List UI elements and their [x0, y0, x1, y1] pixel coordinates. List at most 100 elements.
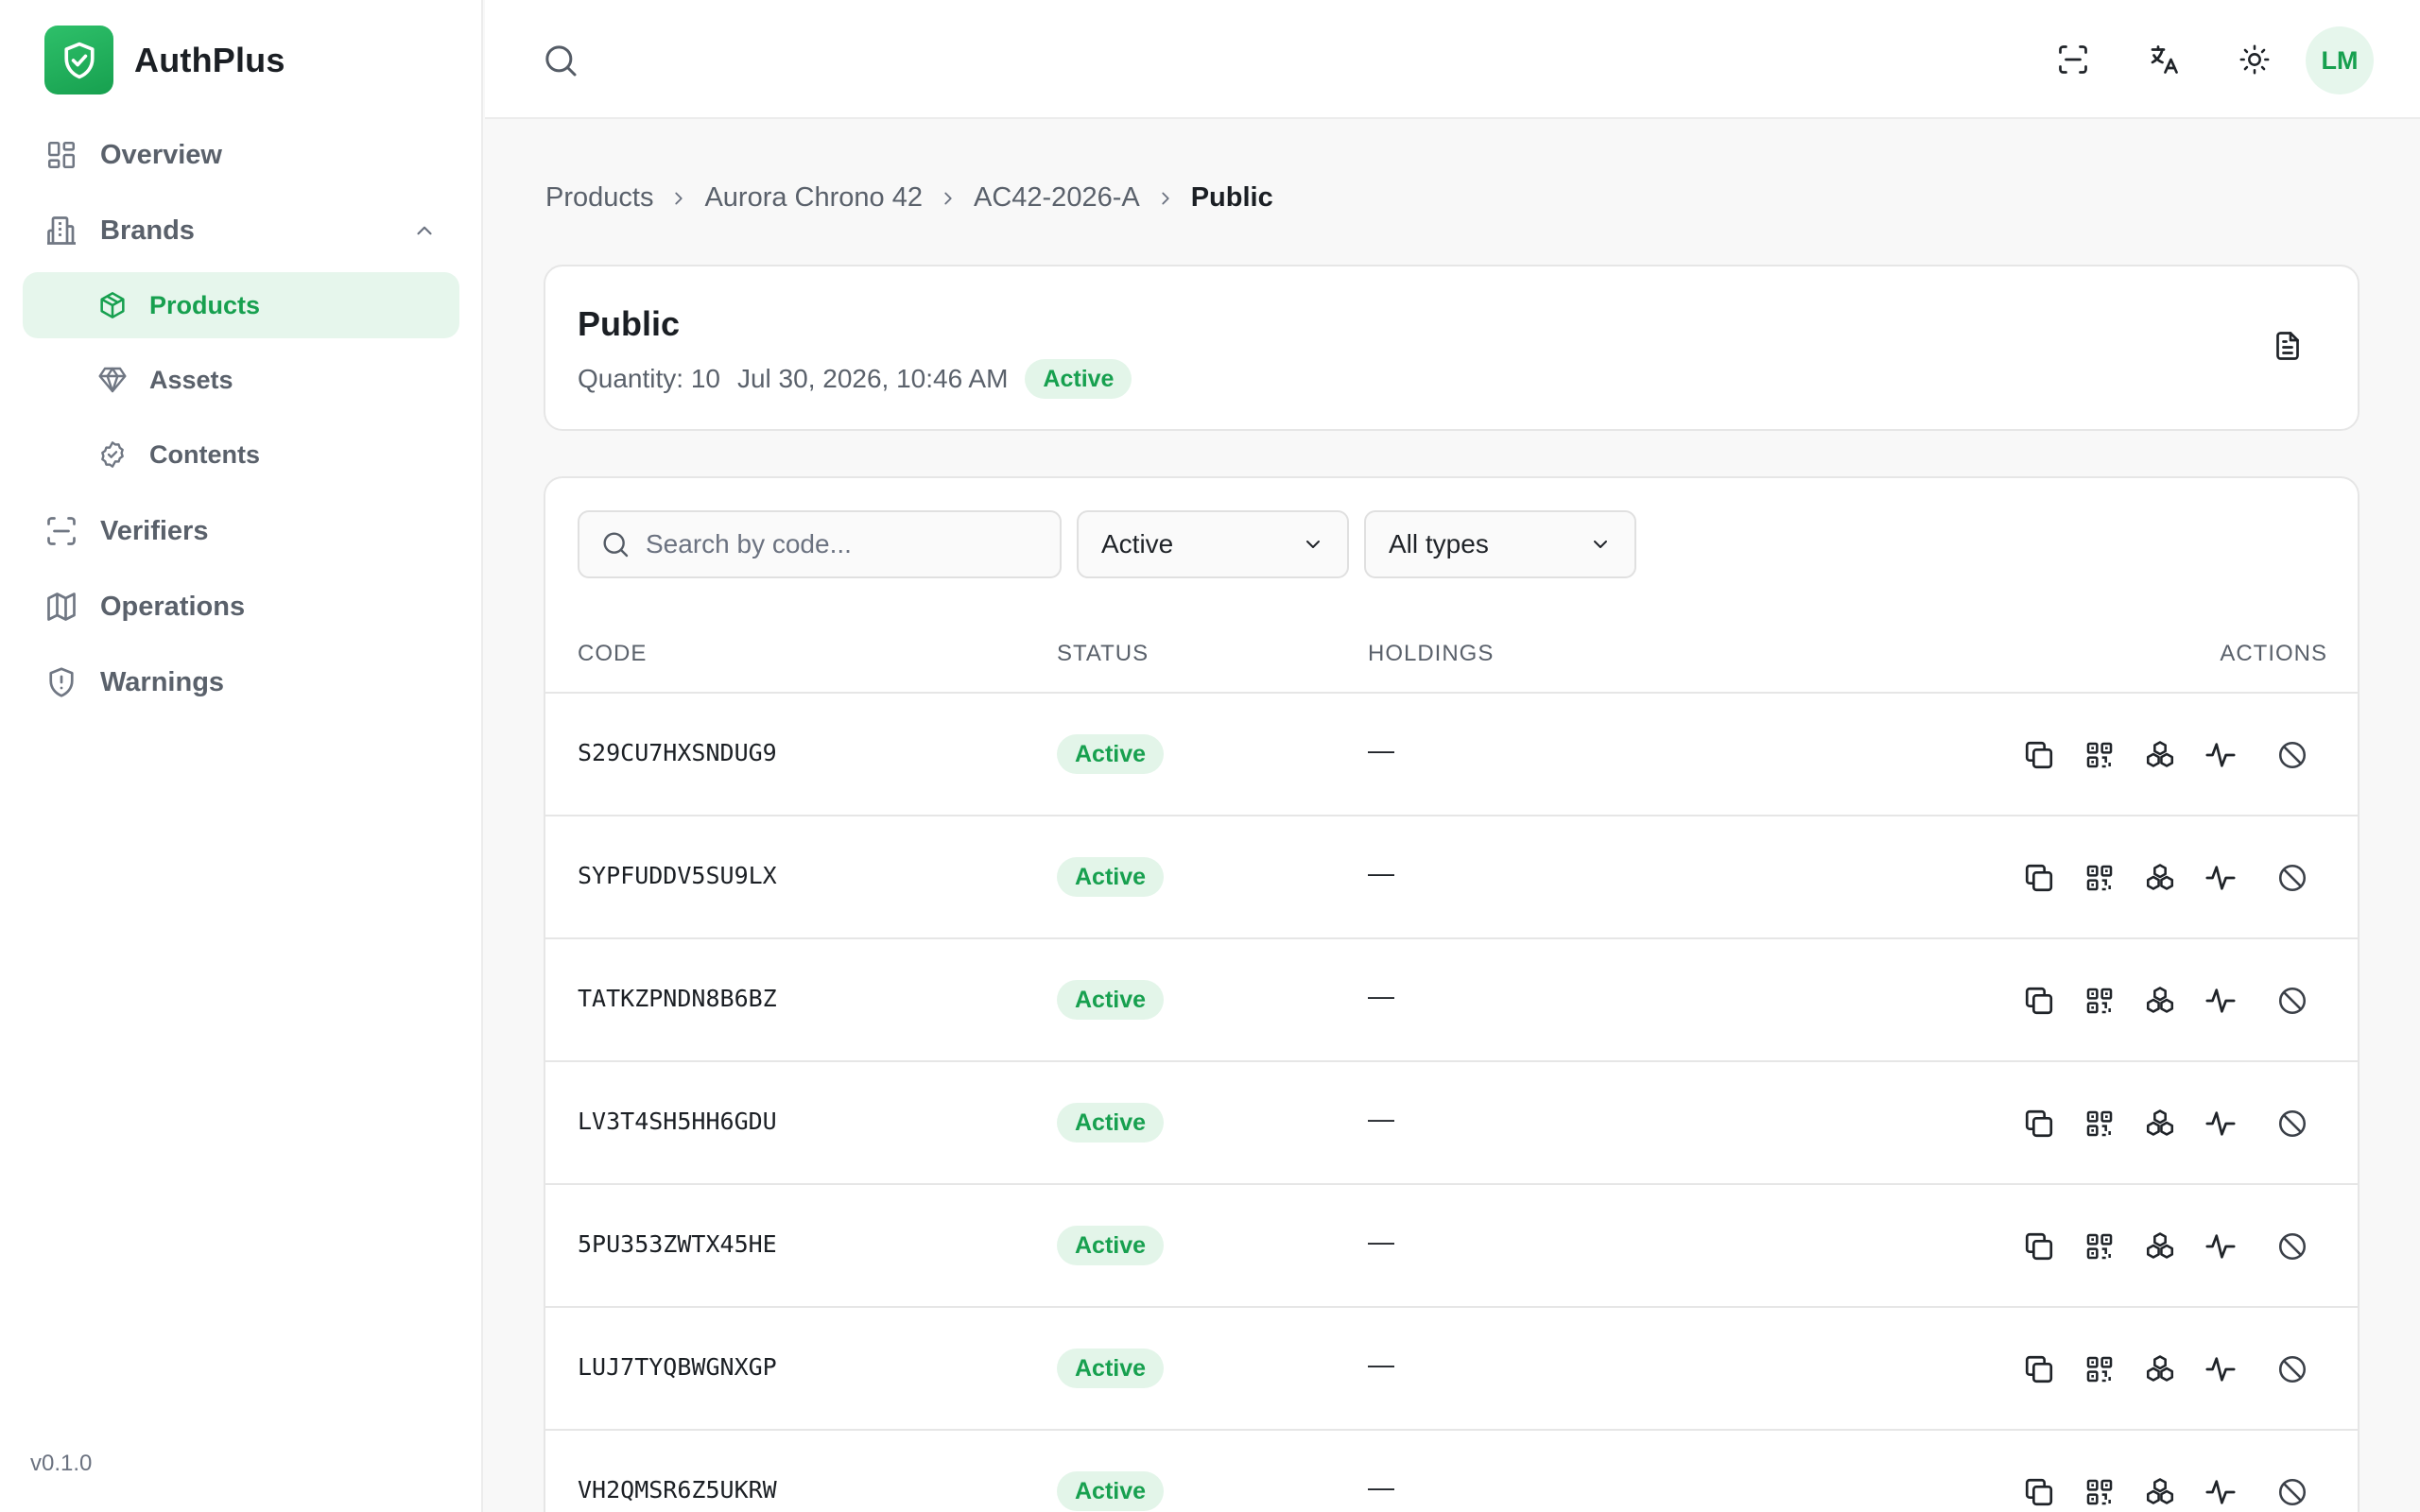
qr-code-icon[interactable]	[2081, 1105, 2118, 1143]
copy-icon[interactable]	[2020, 1105, 2058, 1143]
ban-icon[interactable]	[2273, 859, 2311, 897]
ban-icon[interactable]	[2273, 1350, 2311, 1388]
activity-icon[interactable]	[2202, 1473, 2239, 1511]
chevron-up-icon[interactable]	[412, 218, 437, 248]
table-row: LUJ7TYQBWGNXGP Active —	[545, 1308, 2358, 1431]
search-box[interactable]	[578, 510, 1062, 578]
chevron-right-icon	[668, 188, 689, 209]
sidebar-item-label: Assets	[149, 365, 233, 394]
boxes-icon[interactable]	[2141, 859, 2179, 897]
column-header-holdings[interactable]: HOLDINGS	[1368, 641, 1494, 667]
qr-code-icon[interactable]	[2081, 1473, 2118, 1511]
type-select-value: All types	[1389, 529, 1489, 558]
layout-grid-icon	[43, 137, 79, 173]
sidebar-item-label: Products	[149, 290, 261, 319]
code-cell: VH2QMSR6Z5UKRW	[578, 1476, 777, 1503]
qr-code-icon[interactable]	[2081, 736, 2118, 774]
code-cell: TATKZPNDN8B6BZ	[578, 985, 777, 1012]
sidebar-item-contents[interactable]: Contents	[23, 421, 459, 488]
boxes-icon[interactable]	[2141, 1105, 2179, 1143]
sidebar-item-verifiers[interactable]: Verifiers	[23, 498, 459, 564]
scan-icon	[43, 513, 79, 549]
sun-icon[interactable]	[2234, 39, 2275, 80]
activity-icon[interactable]	[2202, 1350, 2239, 1388]
status-badge: Active	[1057, 980, 1165, 1020]
chevron-right-icon	[1155, 188, 1176, 209]
package-icon	[96, 289, 129, 321]
sidebar-item-products[interactable]: Products	[23, 272, 459, 338]
column-header-status[interactable]: STATUS	[1057, 641, 1149, 667]
sidebar-item-label: Brands	[100, 215, 195, 246]
sidebar-item-brands[interactable]: Brands	[23, 198, 459, 264]
status-badge: Active	[1025, 359, 1132, 399]
boxes-icon[interactable]	[2141, 1228, 2179, 1265]
ban-icon[interactable]	[2273, 1228, 2311, 1265]
breadcrumb-item-product[interactable]: Aurora Chrono 42	[704, 182, 923, 214]
type-select[interactable]: All types	[1364, 510, 1636, 578]
top-bar: LM	[485, 0, 2420, 119]
scan-icon[interactable]	[2052, 39, 2094, 80]
gem-icon	[96, 364, 129, 396]
app-version: v0.1.0	[30, 1451, 93, 1476]
status-select[interactable]: Active	[1077, 510, 1349, 578]
ban-icon[interactable]	[2273, 736, 2311, 774]
summary-card: Public Quantity: 10 Jul 30, 2026, 10:46 …	[544, 265, 2360, 431]
row-actions	[2020, 1473, 2311, 1511]
copy-icon[interactable]	[2020, 982, 2058, 1020]
status-badge: Active	[1057, 857, 1165, 897]
breadcrumb-current: Public	[1190, 182, 1273, 213]
sidebar-item-label: Overview	[100, 139, 222, 170]
qr-code-icon[interactable]	[2081, 859, 2118, 897]
table-header: CODE STATUS HOLDINGS ACTIONS	[545, 620, 2358, 694]
brand[interactable]: AuthPlus	[44, 26, 285, 94]
activity-icon[interactable]	[2202, 1228, 2239, 1265]
code-cell: LV3T4SH5HH6GDU	[578, 1108, 777, 1135]
breadcrumb-item-products[interactable]: Products	[545, 182, 653, 214]
column-header-actions: ACTIONS	[2220, 641, 2327, 666]
holdings-cell: —	[1368, 1472, 1394, 1502]
sidebar-item-label: Operations	[100, 591, 246, 622]
activity-icon[interactable]	[2202, 859, 2239, 897]
activity-icon[interactable]	[2202, 1105, 2239, 1143]
translate-icon[interactable]	[2143, 39, 2185, 80]
document-icon[interactable]	[2271, 329, 2305, 368]
holdings-cell: —	[1368, 1227, 1394, 1256]
sidebar-item-operations[interactable]: Operations	[23, 574, 459, 640]
search-icon[interactable]	[542, 42, 579, 84]
chevron-right-icon	[938, 188, 959, 209]
page-title: Public	[578, 304, 681, 343]
ban-icon[interactable]	[2273, 982, 2311, 1020]
row-actions	[2020, 1228, 2311, 1265]
table-row: S29CU7HXSNDUG9 Active —	[545, 694, 2358, 816]
boxes-icon[interactable]	[2141, 1473, 2179, 1511]
activity-icon[interactable]	[2202, 736, 2239, 774]
table-row: TATKZPNDN8B6BZ Active —	[545, 939, 2358, 1062]
code-cell: 5PU353ZWTX45HE	[578, 1230, 777, 1258]
qr-code-icon[interactable]	[2081, 1228, 2118, 1265]
summary-meta: Quantity: 10 Jul 30, 2026, 10:46 AM Acti…	[578, 359, 1132, 399]
sidebar-item-warnings[interactable]: Warnings	[23, 649, 459, 715]
copy-icon[interactable]	[2020, 736, 2058, 774]
ban-icon[interactable]	[2273, 1473, 2311, 1511]
ban-icon[interactable]	[2273, 1105, 2311, 1143]
copy-icon[interactable]	[2020, 859, 2058, 897]
codes-table-card: Active All types CODE STATUS HOLDINGS AC…	[544, 476, 2360, 1512]
code-cell: LUJ7TYQBWGNXGP	[578, 1353, 777, 1381]
sidebar-item-assets[interactable]: Assets	[23, 347, 459, 413]
sidebar-item-overview[interactable]: Overview	[23, 122, 459, 188]
copy-icon[interactable]	[2020, 1473, 2058, 1511]
column-header-code[interactable]: CODE	[578, 641, 647, 667]
boxes-icon[interactable]	[2141, 736, 2179, 774]
breadcrumb-item-batch[interactable]: AC42-2026-A	[974, 182, 1140, 214]
boxes-icon[interactable]	[2141, 982, 2179, 1020]
qr-code-icon[interactable]	[2081, 1350, 2118, 1388]
copy-icon[interactable]	[2020, 1228, 2058, 1265]
search-icon	[600, 529, 631, 559]
boxes-icon[interactable]	[2141, 1350, 2179, 1388]
copy-icon[interactable]	[2020, 1350, 2058, 1388]
activity-icon[interactable]	[2202, 982, 2239, 1020]
qr-code-icon[interactable]	[2081, 982, 2118, 1020]
code-cell: SYPFUDDV5SU9LX	[578, 862, 777, 889]
search-input[interactable]	[646, 529, 1043, 559]
avatar[interactable]: LM	[2306, 26, 2374, 94]
